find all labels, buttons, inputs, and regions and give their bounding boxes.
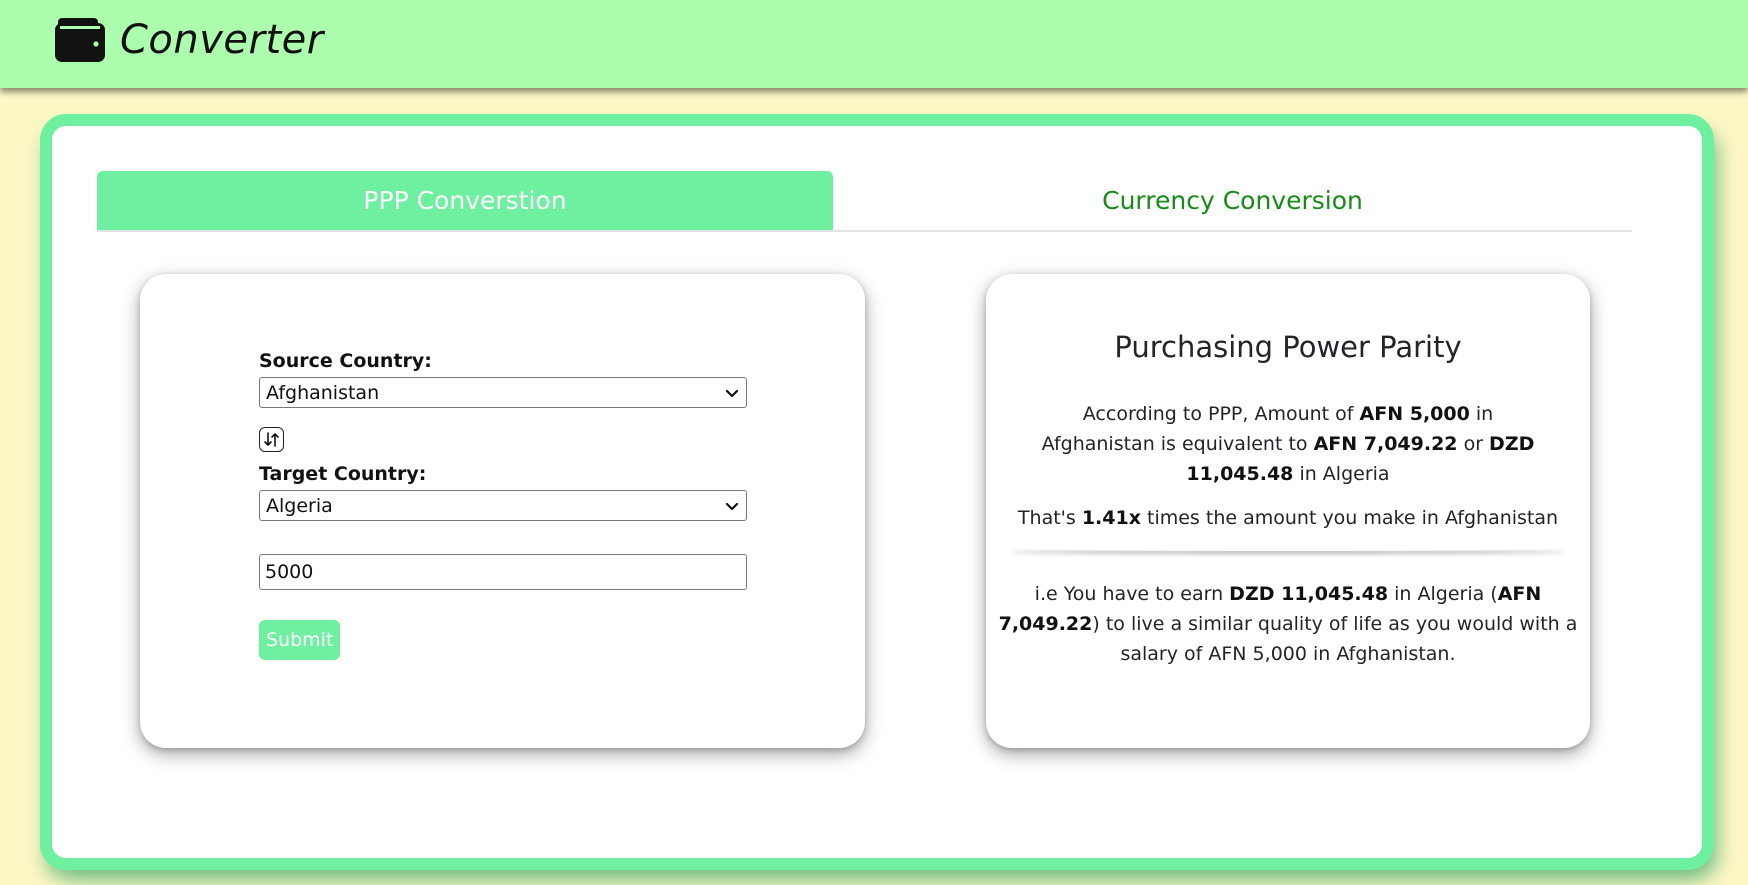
source-country-select[interactable]: Afghanistan (259, 377, 747, 408)
result-multiplier-text: That's 1.41x times the amount you make i… (1017, 507, 1559, 529)
converter-card: PPP Converstion Currency Conversion Sour… (40, 114, 1714, 870)
source-country-label: Source Country: (259, 350, 432, 372)
result-title: Purchasing Power Parity (1114, 330, 1462, 364)
tab-bar: PPP Converstion Currency Conversion (97, 171, 1632, 232)
ppp-result: Purchasing Power Parity According to PPP… (986, 330, 1590, 669)
amount-input[interactable] (259, 554, 747, 590)
result-card: Purchasing Power Parity According to PPP… (986, 274, 1590, 748)
target-country-label: Target Country: (259, 463, 427, 485)
tab-ppp-conversion[interactable]: PPP Converstion (97, 171, 833, 230)
chevron-down-icon (725, 502, 739, 510)
divider (1008, 545, 1568, 551)
brand-title: Converter (120, 17, 324, 63)
swap-countries-button[interactable] (259, 427, 284, 452)
submit-button[interactable]: Submit (259, 620, 341, 660)
navbar: Converter (0, 0, 1748, 88)
ppp-form: Source Country: Afghanistan Target Count… (259, 350, 747, 660)
result-equivalence-text: According to PPP, Amount of AFN 5,000 in… (1041, 403, 1535, 485)
swap-arrows-icon (264, 432, 279, 447)
wallet-icon (55, 18, 105, 62)
chevron-down-icon (725, 389, 739, 397)
target-country-value: Algeria (266, 494, 333, 517)
result-explanation-text: i.e You have to earn DZD 11,045.48 in Al… (998, 583, 1578, 665)
brand-link[interactable]: Converter (54, 14, 324, 66)
source-country-value: Afghanistan (266, 381, 380, 404)
form-card: Source Country: Afghanistan Target Count… (140, 274, 865, 748)
target-country-select[interactable]: Algeria (259, 490, 747, 521)
tab-currency-conversion[interactable]: Currency Conversion (833, 171, 1632, 230)
